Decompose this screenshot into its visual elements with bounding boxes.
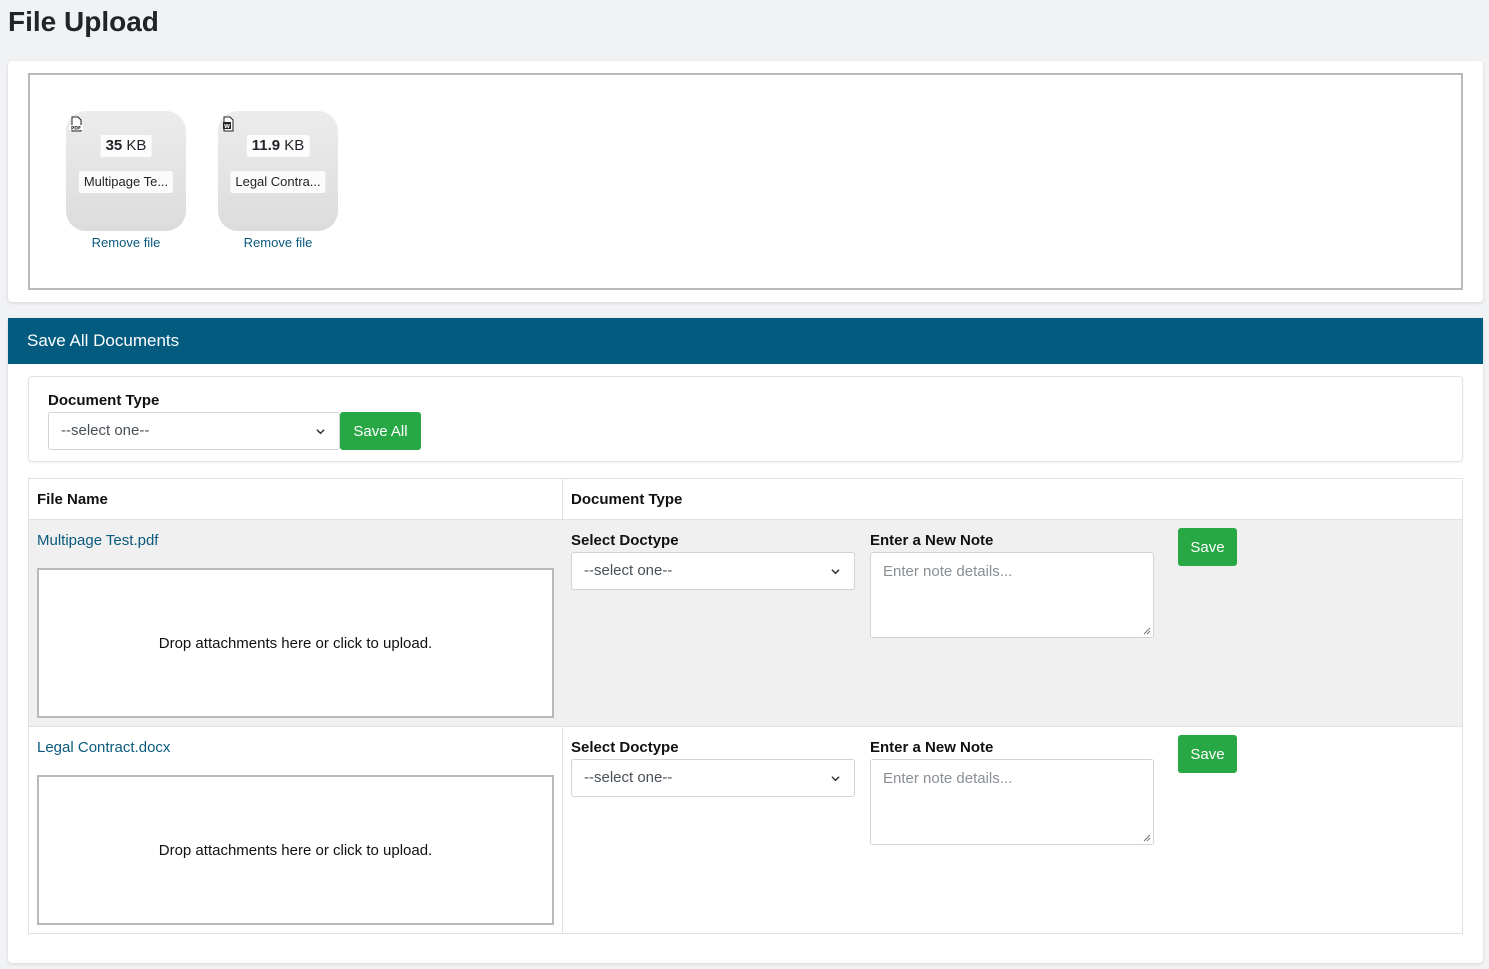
file-name-chip: Legal Contra...: [230, 171, 326, 193]
file-name-link[interactable]: Legal Contract.docx: [37, 739, 170, 756]
doctype-select[interactable]: --select one--: [571, 552, 855, 590]
file-name-link[interactable]: Multipage Test.pdf: [37, 532, 158, 549]
bulk-doctype-value: --select one--: [61, 422, 150, 439]
doctype-select-value: --select one--: [584, 562, 673, 579]
file-size-value: 35: [105, 137, 123, 154]
table-header: File Name Document Type: [29, 479, 1462, 520]
resize-handle-icon[interactable]: [1143, 834, 1151, 842]
bulk-doctype-panel: Document Type --select one-- Save All: [28, 376, 1463, 462]
bulk-doctype-select[interactable]: --select one--: [48, 412, 340, 450]
note-placeholder: Enter note details...: [883, 563, 1013, 580]
save-all-card: Save All Documents Document Type --selec…: [8, 318, 1483, 963]
attachment-dropzone[interactable]: Drop attachments here or click to upload…: [37, 568, 554, 718]
select-doctype-label: Select Doctype: [571, 739, 679, 756]
file-name-chip: Multipage Te...: [78, 171, 174, 193]
new-note-label: Enter a New Note: [870, 739, 994, 756]
pdf-file-icon: PDF: [69, 116, 83, 132]
doctype-select[interactable]: --select one--: [571, 759, 855, 797]
file-size-unit: KB: [284, 137, 305, 154]
save-all-button[interactable]: Save All: [340, 412, 421, 450]
document-type-header: Document Type: [571, 491, 683, 508]
note-textarea[interactable]: Enter note details...: [870, 759, 1154, 845]
file-preview: PDF 35 KB Multipage Te... Remove file: [66, 111, 186, 251]
upload-card: PDF 35 KB Multipage Te... Remove file W …: [8, 61, 1483, 302]
word-file-icon: W: [223, 116, 234, 132]
select-doctype-label: Select Doctype: [571, 532, 679, 549]
save-all-header: Save All Documents: [8, 318, 1483, 364]
svg-text:PDF: PDF: [71, 126, 81, 132]
file-size-unit: KB: [126, 137, 147, 154]
file-thumbnail: PDF 35 KB Multipage Te...: [66, 111, 186, 231]
new-note-label: Enter a New Note: [870, 532, 994, 549]
chevron-down-icon: [316, 429, 325, 435]
file-preview: W 11.9 KB Legal Contra... Remove file: [218, 111, 338, 251]
chevron-down-icon: [831, 776, 840, 782]
page-title: File Upload: [8, 6, 159, 37]
doctype-select-value: --select one--: [584, 769, 673, 786]
document-type-label: Document Type: [48, 392, 160, 409]
file-name-header: File Name: [37, 491, 108, 508]
documents-table: File Name Document Type Multipage Test.p…: [28, 478, 1463, 934]
note-textarea[interactable]: Enter note details...: [870, 552, 1154, 638]
dropzone-text: Drop attachments here or click to upload…: [158, 841, 433, 859]
file-size: 35 KB: [100, 135, 152, 157]
note-placeholder: Enter note details...: [883, 770, 1013, 787]
save-row-button[interactable]: Save: [1178, 528, 1237, 566]
file-size-value: 11.9: [251, 137, 281, 154]
file-size: 11.9 KB: [246, 135, 310, 157]
table-row: Legal Contract.docx Drop attachments her…: [29, 727, 1462, 934]
table-row: Multipage Test.pdf Drop attachments here…: [29, 520, 1462, 727]
file-dropzone[interactable]: PDF 35 KB Multipage Te... Remove file W …: [28, 73, 1463, 290]
remove-file-link[interactable]: Remove file: [218, 235, 338, 251]
file-thumbnail: W 11.9 KB Legal Contra...: [218, 111, 338, 231]
dropzone-text: Drop attachments here or click to upload…: [158, 634, 433, 652]
resize-handle-icon[interactable]: [1143, 627, 1151, 635]
svg-text:W: W: [224, 124, 230, 130]
save-row-button[interactable]: Save: [1178, 735, 1237, 773]
chevron-down-icon: [831, 569, 840, 575]
attachment-dropzone[interactable]: Drop attachments here or click to upload…: [37, 775, 554, 925]
remove-file-link[interactable]: Remove file: [66, 235, 186, 251]
